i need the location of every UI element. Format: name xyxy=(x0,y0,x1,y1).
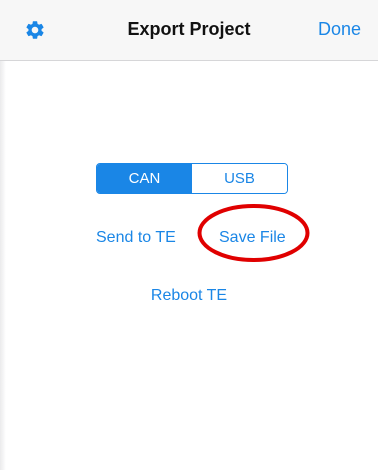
reboot-te-button[interactable]: Reboot TE xyxy=(0,287,378,305)
connection-segmented-control: CAN USB xyxy=(96,163,288,194)
done-button[interactable]: Done xyxy=(318,19,361,40)
segment-can[interactable]: CAN xyxy=(97,164,192,193)
segment-usb[interactable]: USB xyxy=(192,164,287,193)
save-file-button[interactable]: Save File xyxy=(219,229,286,247)
send-to-te-button[interactable]: Send to TE xyxy=(96,229,176,247)
navigation-bar: Export Project Done xyxy=(0,0,378,61)
export-project-popover: Export Project Done CAN USB Send to TE S… xyxy=(0,0,378,470)
background-edge xyxy=(0,0,6,470)
